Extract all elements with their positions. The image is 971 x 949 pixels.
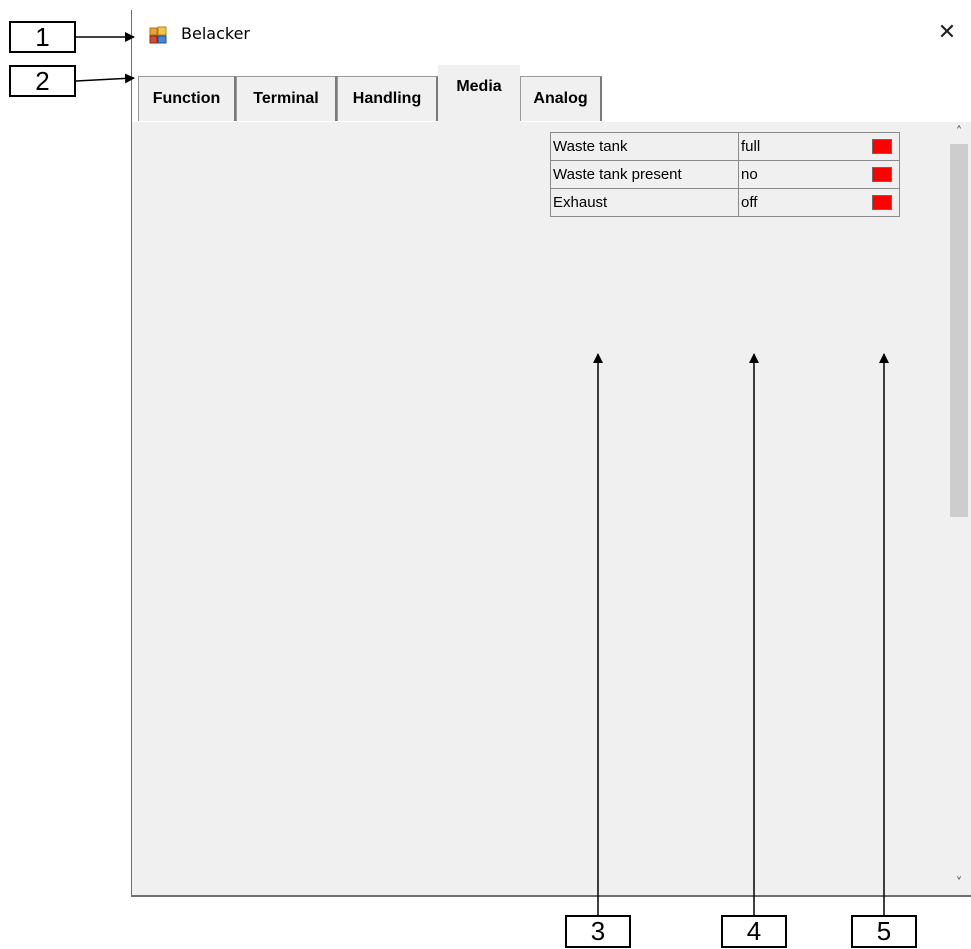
status-value-cell: full	[738, 132, 900, 161]
table-row: Waste tank full	[550, 132, 900, 161]
status-led-indicator	[872, 195, 892, 210]
chevron-up-icon: ˄	[955, 125, 963, 140]
callout-5: 5	[851, 915, 917, 948]
status-label: Waste tank	[550, 132, 739, 161]
table-row: Waste tank present no	[550, 160, 900, 189]
app-window-icon	[149, 26, 167, 44]
status-led-indicator	[872, 167, 892, 182]
callout-2: 2	[9, 65, 76, 97]
media-tab-panel: Waste tank full Waste tank present no Ex…	[132, 122, 971, 895]
tab-media[interactable]: Media	[438, 65, 520, 122]
annotated-screenshot: 1 2 3 4 5 Belacker ✕ Function Terminal H…	[0, 0, 971, 949]
status-label: Exhaust	[550, 188, 739, 217]
close-icon: ✕	[937, 20, 957, 45]
status-value-cell: no	[738, 160, 900, 189]
status-label: Waste tank present	[550, 160, 739, 189]
title-bar: Belacker ✕	[132, 10, 971, 60]
scroll-up-button[interactable]: ˄	[947, 122, 971, 144]
vertical-scrollbar[interactable]: ˄ ˅	[947, 122, 971, 895]
close-button[interactable]: ✕	[923, 10, 971, 58]
status-value: no	[741, 166, 758, 183]
callout-4: 4	[721, 915, 787, 948]
status-value: full	[741, 138, 761, 155]
status-led-indicator	[872, 139, 892, 154]
table-row: Exhaust off	[550, 188, 900, 217]
status-value: off	[741, 194, 758, 211]
callout-arrow-2	[75, 73, 135, 84]
tab-terminal[interactable]: Terminal	[236, 76, 337, 121]
tab-function[interactable]: Function	[138, 76, 236, 121]
tab-analog[interactable]: Analog	[520, 76, 602, 121]
scroll-thumb[interactable]	[950, 144, 968, 517]
callout-1: 1	[9, 21, 76, 53]
media-status-table: Waste tank full Waste tank present no Ex…	[550, 132, 900, 217]
chevron-down-icon: ˅	[955, 876, 963, 891]
application-window: Belacker ✕ Function Terminal Handling Me…	[131, 10, 971, 897]
callout-3: 3	[565, 915, 631, 948]
status-value-cell: off	[738, 188, 900, 217]
scroll-down-button[interactable]: ˅	[947, 873, 971, 895]
tab-strip: Function Terminal Handling Media Analog	[132, 60, 971, 172]
tab-handling[interactable]: Handling	[337, 76, 438, 121]
window-title: Belacker	[181, 24, 250, 43]
